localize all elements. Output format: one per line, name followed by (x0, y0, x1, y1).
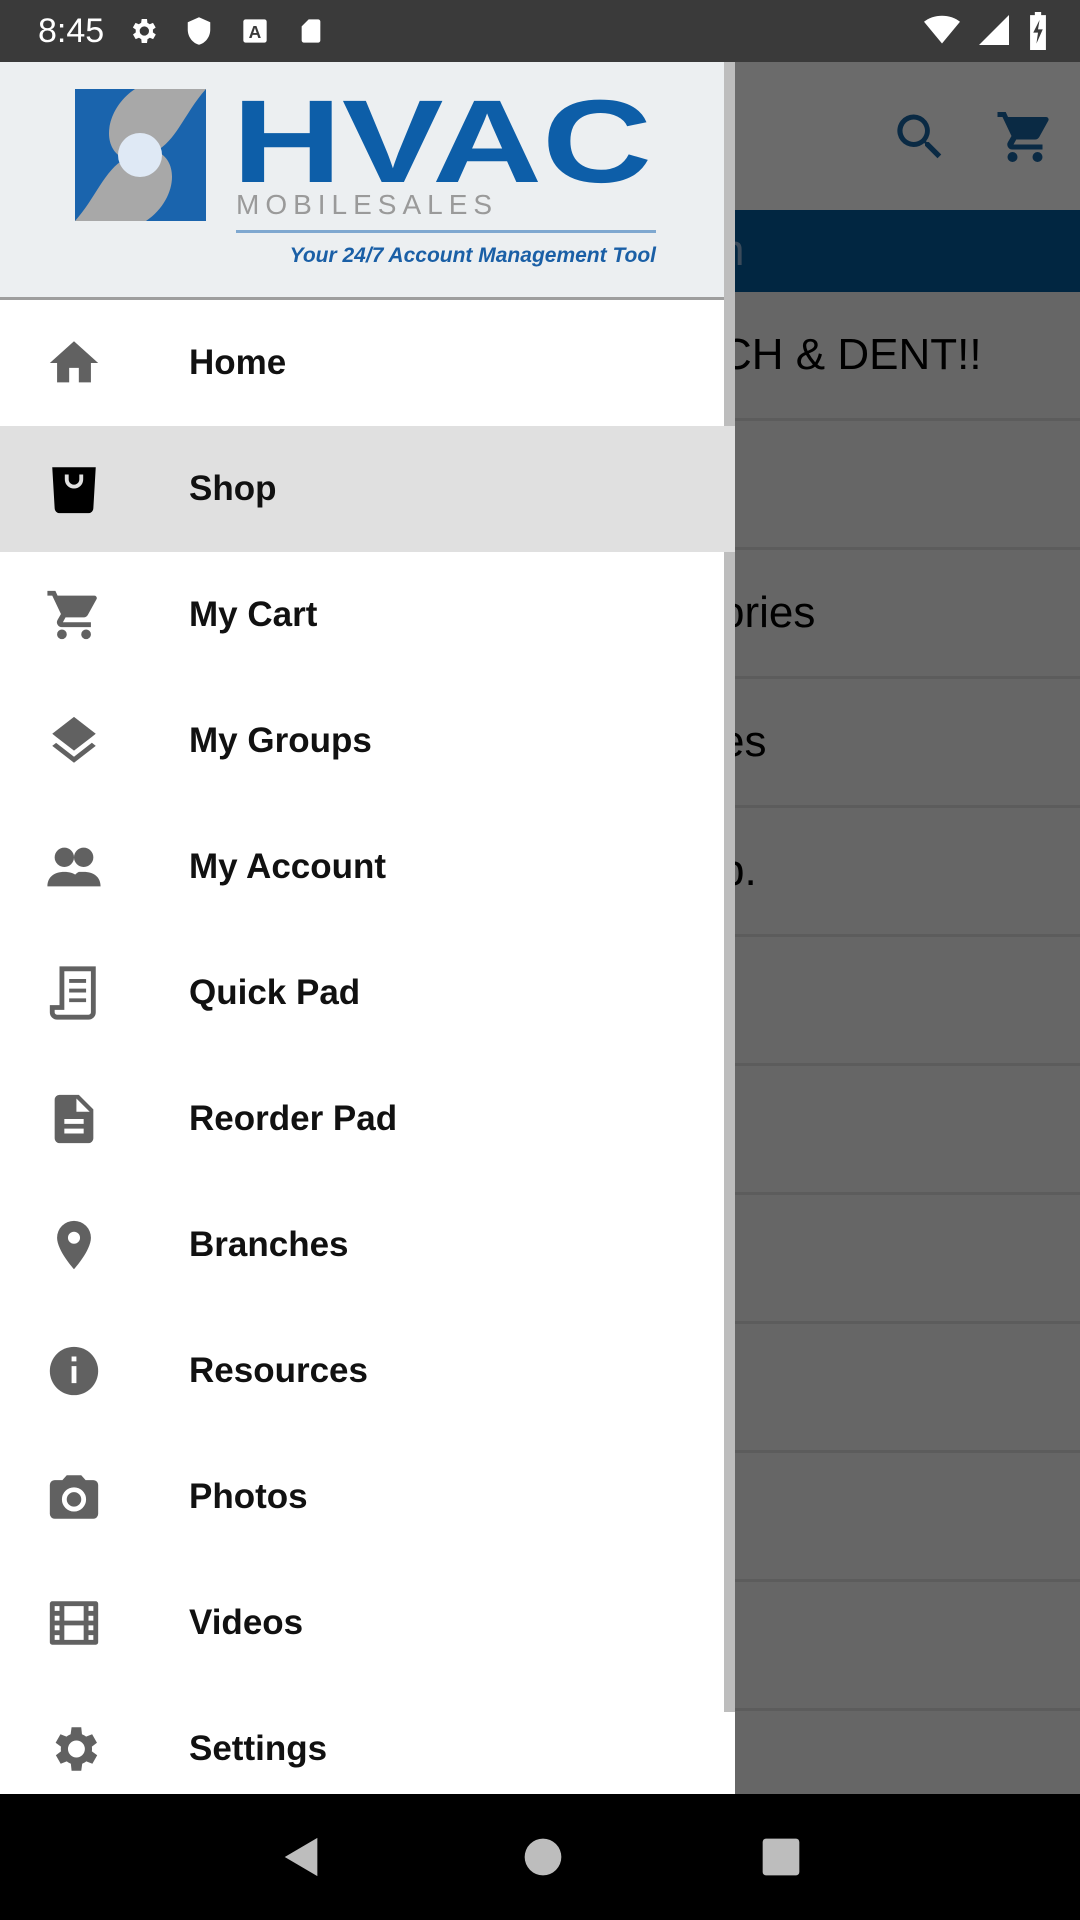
wifi-icon (924, 15, 960, 44)
search-icon[interactable] (890, 107, 950, 167)
camera-icon (49, 1475, 99, 1519)
menu-item-videos[interactable]: Videos (0, 1560, 735, 1686)
drawer-menu: Home Shop My Cart My Groups My Account Q… (0, 300, 735, 1794)
layers-icon (52, 716, 96, 763)
time: 8:45 (38, 11, 105, 50)
info-icon (49, 1346, 99, 1396)
menu-item-my-groups[interactable]: My Groups (0, 678, 735, 804)
document-icon (54, 1094, 94, 1144)
cart-icon (47, 590, 97, 640)
menu-item-label: Home (189, 343, 287, 382)
home-icon[interactable] (523, 1837, 563, 1877)
menu-item-home[interactable]: Home (0, 300, 735, 426)
menu-item-photos[interactable]: Photos (0, 1434, 735, 1560)
menu-item-my-account[interactable]: My Account (0, 804, 735, 930)
menu-item-label: Reorder Pad (189, 1099, 398, 1138)
svg-text:MOBILESALES: MOBILESALES (236, 189, 498, 220)
drawer-header: HVAC MOBILESALES Your 24/7 Account Manag… (0, 62, 735, 300)
people-icon (47, 847, 101, 887)
menu-item-label: My Groups (189, 721, 372, 760)
signal-icon (979, 15, 1009, 45)
film-icon (49, 1601, 99, 1645)
menu-item-label: Resources (189, 1351, 368, 1390)
navigation-drawer: HVAC MOBILESALES Your 24/7 Account Manag… (0, 62, 735, 1794)
back-icon[interactable] (279, 1834, 325, 1880)
home-icon (49, 341, 99, 383)
status-bar: 8:45 A (0, 0, 1080, 62)
hvac-logo: HVAC MOBILESALES Your 24/7 Account Manag… (75, 76, 658, 267)
menu-item-label: My Account (189, 847, 387, 886)
menu-item-label: Shop (189, 469, 277, 508)
menu-item-resources[interactable]: Resources (0, 1308, 735, 1434)
menu-item-label: Videos (189, 1603, 304, 1642)
menu-item-my-cart[interactable]: My Cart (0, 552, 735, 678)
a-icon: A (238, 14, 272, 48)
menu-item-label: Quick Pad (189, 973, 361, 1012)
menu-item-label: Photos (189, 1477, 308, 1516)
menu-item-quick-pad[interactable]: Quick Pad (0, 930, 735, 1056)
svg-text:A: A (249, 22, 262, 42)
gear-icon (55, 1727, 98, 1771)
system-nav-bar (0, 1794, 1080, 1920)
svg-text:Your 24/7 Account Management T: Your 24/7 Account Management Tool (290, 244, 658, 267)
settings-icon (126, 14, 160, 48)
menu-item-label: My Cart (189, 595, 318, 634)
receipt-icon (49, 966, 96, 1020)
menu-item-shop[interactable]: Shop (0, 426, 735, 552)
cart-icon[interactable] (995, 107, 1055, 167)
menu-item-label: Settings (189, 1729, 328, 1768)
menu-item-reorder-pad[interactable]: Reorder Pad (0, 1056, 735, 1182)
battery-charging-icon (1030, 12, 1046, 50)
shopping-bag-icon (52, 467, 96, 514)
menu-item-branches[interactable]: Branches (0, 1182, 735, 1308)
menu-item-settings[interactable]: Settings (0, 1686, 735, 1794)
menu-item-label: Branches (189, 1225, 349, 1264)
shield-icon (182, 14, 216, 48)
location-pin-icon (57, 1220, 91, 1270)
recents-icon[interactable] (761, 1837, 801, 1877)
sd-card-icon (294, 14, 328, 48)
